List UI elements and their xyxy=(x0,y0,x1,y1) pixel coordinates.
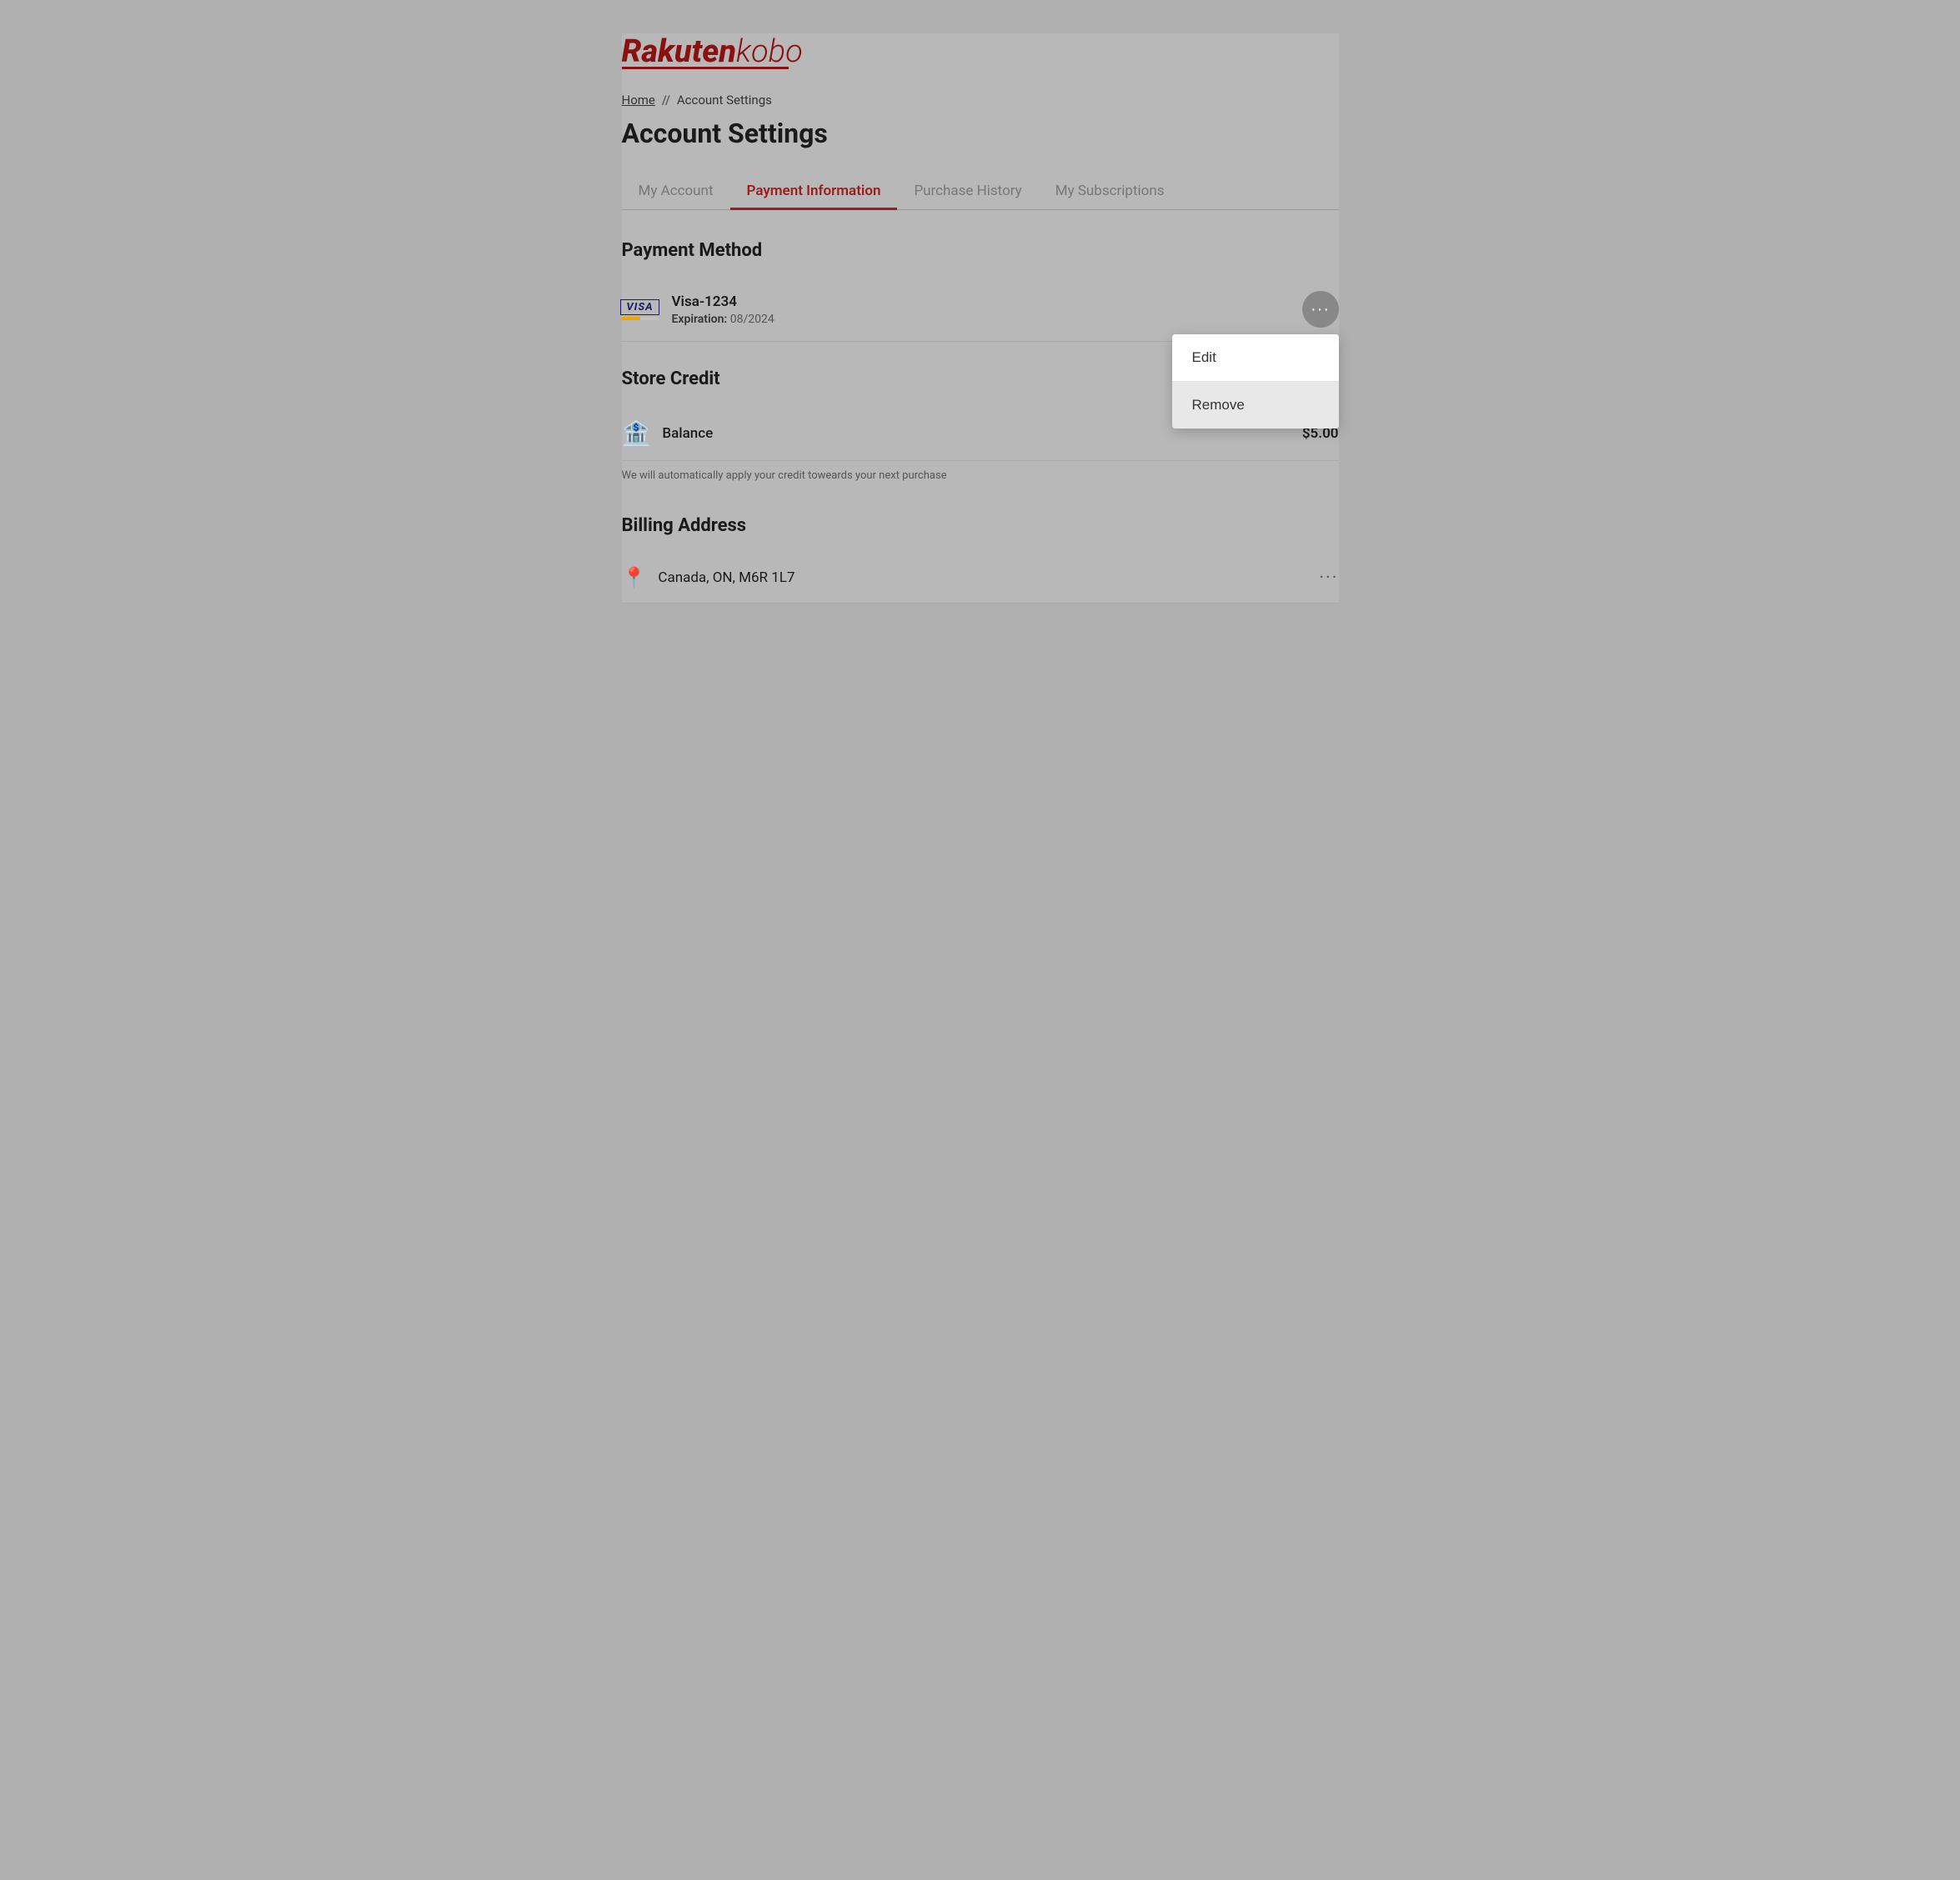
tab-my-subscriptions[interactable]: My Subscriptions xyxy=(1039,173,1181,209)
billing-address-left: 📍 Canada, ON, M6R 1L7 xyxy=(622,566,795,589)
card-dropdown-menu: Edit Remove xyxy=(1172,334,1339,429)
edit-card-button[interactable]: Edit xyxy=(1172,334,1339,381)
location-pin-icon: 📍 xyxy=(622,566,647,589)
address-more-button[interactable]: ··· xyxy=(1319,568,1338,589)
breadcrumb-home[interactable]: Home xyxy=(622,93,655,108)
tabs-nav: My Account Payment Information Purchase … xyxy=(622,173,1339,210)
ellipsis-icon: ··· xyxy=(1311,300,1330,319)
payment-card-row: VISA Visa-1234 Expiration: 08/2024 ··· xyxy=(622,278,1339,342)
card-more-button[interactable]: ··· xyxy=(1302,291,1339,328)
store-credit-left: 🏦 Balance xyxy=(622,419,714,447)
piggy-bank-icon: 🏦 xyxy=(622,419,651,447)
billing-address-row: 📍 Canada, ON, M6R 1L7 ··· xyxy=(622,553,1339,604)
store-credit-note: We will automatically apply your credit … xyxy=(622,469,1339,489)
tab-purchase-history[interactable]: Purchase History xyxy=(897,173,1038,209)
card-details: Visa-1234 Expiration: 08/2024 xyxy=(672,293,774,326)
logo-rakuten: Rakuten xyxy=(622,33,736,70)
logo-kobo: kobo xyxy=(736,33,803,70)
visa-logo: VISA xyxy=(622,299,659,320)
page-title: Account Settings xyxy=(622,118,1339,149)
breadcrumb-separator: // xyxy=(662,93,670,108)
visa-text: VISA xyxy=(620,299,659,315)
breadcrumb: Home // Account Settings xyxy=(622,93,1339,108)
card-expiry: Expiration: 08/2024 xyxy=(672,313,774,326)
billing-address-title: Billing Address xyxy=(622,515,1339,536)
remove-card-button[interactable]: Remove xyxy=(1172,382,1339,429)
visa-stripe xyxy=(622,317,659,320)
address-text: Canada, ON, M6R 1L7 xyxy=(658,569,795,586)
billing-address-section: Billing Address 📍 Canada, ON, M6R 1L7 ··… xyxy=(622,515,1339,604)
expiry-value: 08/2024 xyxy=(730,313,774,326)
payment-card-info: VISA Visa-1234 Expiration: 08/2024 xyxy=(622,293,774,326)
logo: Rakutenkobo xyxy=(622,33,1339,69)
tab-payment-information[interactable]: Payment Information xyxy=(730,173,898,209)
card-options-container: ··· Edit Remove xyxy=(1302,291,1339,328)
card-name: Visa-1234 xyxy=(672,293,774,310)
expiry-label: Expiration: xyxy=(672,313,728,326)
tab-my-account[interactable]: My Account xyxy=(622,173,730,209)
breadcrumb-current: Account Settings xyxy=(677,93,772,108)
payment-method-title: Payment Method xyxy=(622,240,1339,261)
payment-method-section: Payment Method VISA Visa-1234 Expiration… xyxy=(622,240,1339,342)
balance-label: Balance xyxy=(662,425,713,442)
